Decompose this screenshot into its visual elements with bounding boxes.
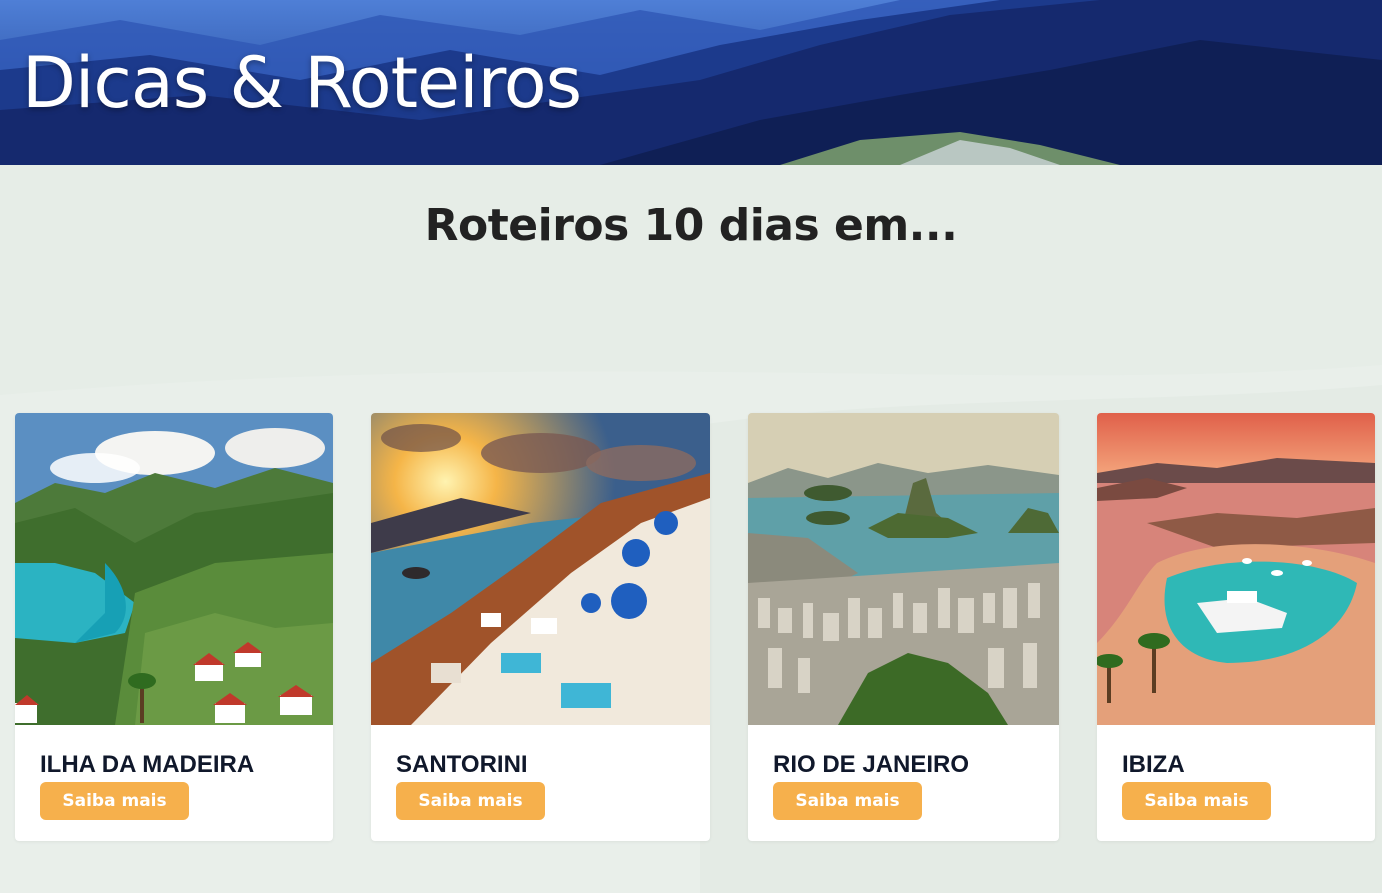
rio-de-janeiro-image[interactable] bbox=[748, 413, 1059, 725]
destination-name: ILHA DA MADEIRA bbox=[40, 751, 255, 778]
destination-name: IBIZA bbox=[1122, 751, 1185, 778]
saiba-mais-button[interactable]: Saiba mais bbox=[396, 782, 545, 820]
ibiza-image[interactable] bbox=[1097, 413, 1375, 725]
saiba-mais-button[interactable]: Saiba mais bbox=[40, 782, 189, 820]
madeira-image[interactable] bbox=[15, 413, 333, 725]
santorini-image[interactable] bbox=[371, 413, 710, 725]
destination-card-rio-de-janeiro[interactable]: RIO DE JANEIRO Saiba mais bbox=[748, 413, 1059, 841]
hero-banner: Dicas & Roteiros bbox=[0, 0, 1382, 165]
destination-card-ibiza[interactable]: IBIZA Saiba mais bbox=[1097, 413, 1375, 841]
destination-card-santorini[interactable]: SANTORINI Saiba mais bbox=[371, 413, 710, 841]
section-title: Roteiros 10 dias em... bbox=[424, 200, 958, 251]
destination-name: SANTORINI bbox=[396, 751, 528, 778]
destination-name: RIO DE JANEIRO bbox=[773, 751, 970, 778]
destination-card-madeira[interactable]: ILHA DA MADEIRA Saiba mais bbox=[15, 413, 333, 841]
hero-title: Dicas & Roteiros bbox=[22, 42, 582, 124]
saiba-mais-button[interactable]: Saiba mais bbox=[1122, 782, 1271, 820]
saiba-mais-button[interactable]: Saiba mais bbox=[773, 782, 922, 820]
